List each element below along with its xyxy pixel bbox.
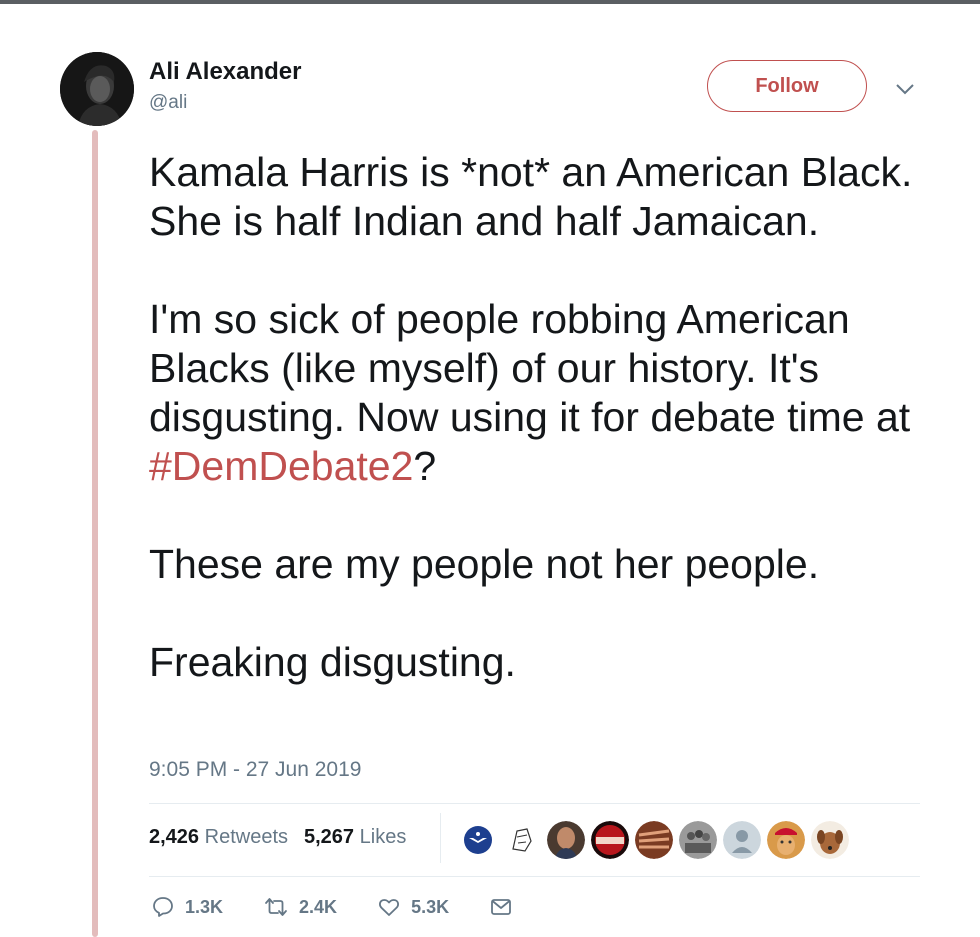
tweet-paragraph-2: I'm so sick of people robbing American B… xyxy=(149,295,939,491)
tweet-paragraph-2-end: ? xyxy=(413,443,437,489)
retweet-button[interactable]: 2.4K xyxy=(263,895,337,919)
heart-icon xyxy=(379,899,400,916)
tweet-timestamp[interactable]: 9:05 PM - 27 Jun 2019 xyxy=(149,758,361,782)
retweets-stat[interactable]: 2,426 Retweets xyxy=(149,826,288,849)
tweet-paragraph-4: Freaking disgusting. xyxy=(149,639,516,685)
divider-top xyxy=(149,803,920,804)
retweet-icon xyxy=(265,898,287,916)
air-force-seal-icon[interactable] xyxy=(459,821,497,859)
likes-label: Likes xyxy=(359,826,407,848)
likes-count: 5,267 xyxy=(304,826,355,848)
like-button[interactable]: 5.3K xyxy=(377,895,449,919)
person-photo-icon[interactable] xyxy=(547,821,585,859)
divider-bottom xyxy=(149,876,920,877)
hashtag-link[interactable]: #DemDebate2 xyxy=(149,443,413,489)
tweet-paragraph-1: Kamala Harris is *not* an American Black… xyxy=(149,149,913,244)
tweet-paragraph-2-text: I'm so sick of people robbing American B… xyxy=(149,296,911,440)
likes-stat[interactable]: 5,267 Likes xyxy=(304,826,406,849)
dog-photo-icon[interactable] xyxy=(811,821,849,859)
cartoon-sketch-icon[interactable] xyxy=(503,821,541,859)
tweet-actions: 1.3K 2.4K 5.3K xyxy=(151,895,563,919)
tweet-stats: 2,426 Retweets 5,267 Likes xyxy=(149,826,406,849)
stats-separator xyxy=(440,813,441,863)
retweets-label: Retweets xyxy=(204,826,288,848)
author-name[interactable]: Ali Alexander xyxy=(149,58,302,86)
author-avatar[interactable] xyxy=(60,52,134,126)
reply-button[interactable]: 1.3K xyxy=(151,895,223,919)
reply-icon xyxy=(153,897,173,917)
envelope-icon xyxy=(491,899,511,915)
retweets-count: 2,426 xyxy=(149,826,200,848)
retweet-count: 2.4K xyxy=(299,896,338,917)
liker-avatars xyxy=(459,821,849,859)
sportslife-logo-icon[interactable] xyxy=(591,821,629,859)
like-count: 5.3K xyxy=(411,896,450,917)
reply-count: 1.3K xyxy=(185,896,224,917)
thread-line xyxy=(92,130,98,937)
follow-button[interactable]: Follow xyxy=(707,60,867,112)
author-handle[interactable]: @ali xyxy=(149,92,187,114)
direct-message-button[interactable] xyxy=(489,895,523,919)
default-avatar-icon[interactable] xyxy=(723,821,761,859)
chevron-down-icon[interactable] xyxy=(894,80,916,98)
lion-maga-hat-icon[interactable] xyxy=(767,821,805,859)
top-bar-remnant xyxy=(0,0,980,4)
tweet-paragraph-3: These are my people not her people. xyxy=(149,541,820,587)
tweet-text: Kamala Harris is *not* an American Black… xyxy=(149,148,939,687)
author-avatar-photo xyxy=(60,52,134,126)
pattern-photo-icon[interactable] xyxy=(635,821,673,859)
group-photo-icon[interactable] xyxy=(679,821,717,859)
